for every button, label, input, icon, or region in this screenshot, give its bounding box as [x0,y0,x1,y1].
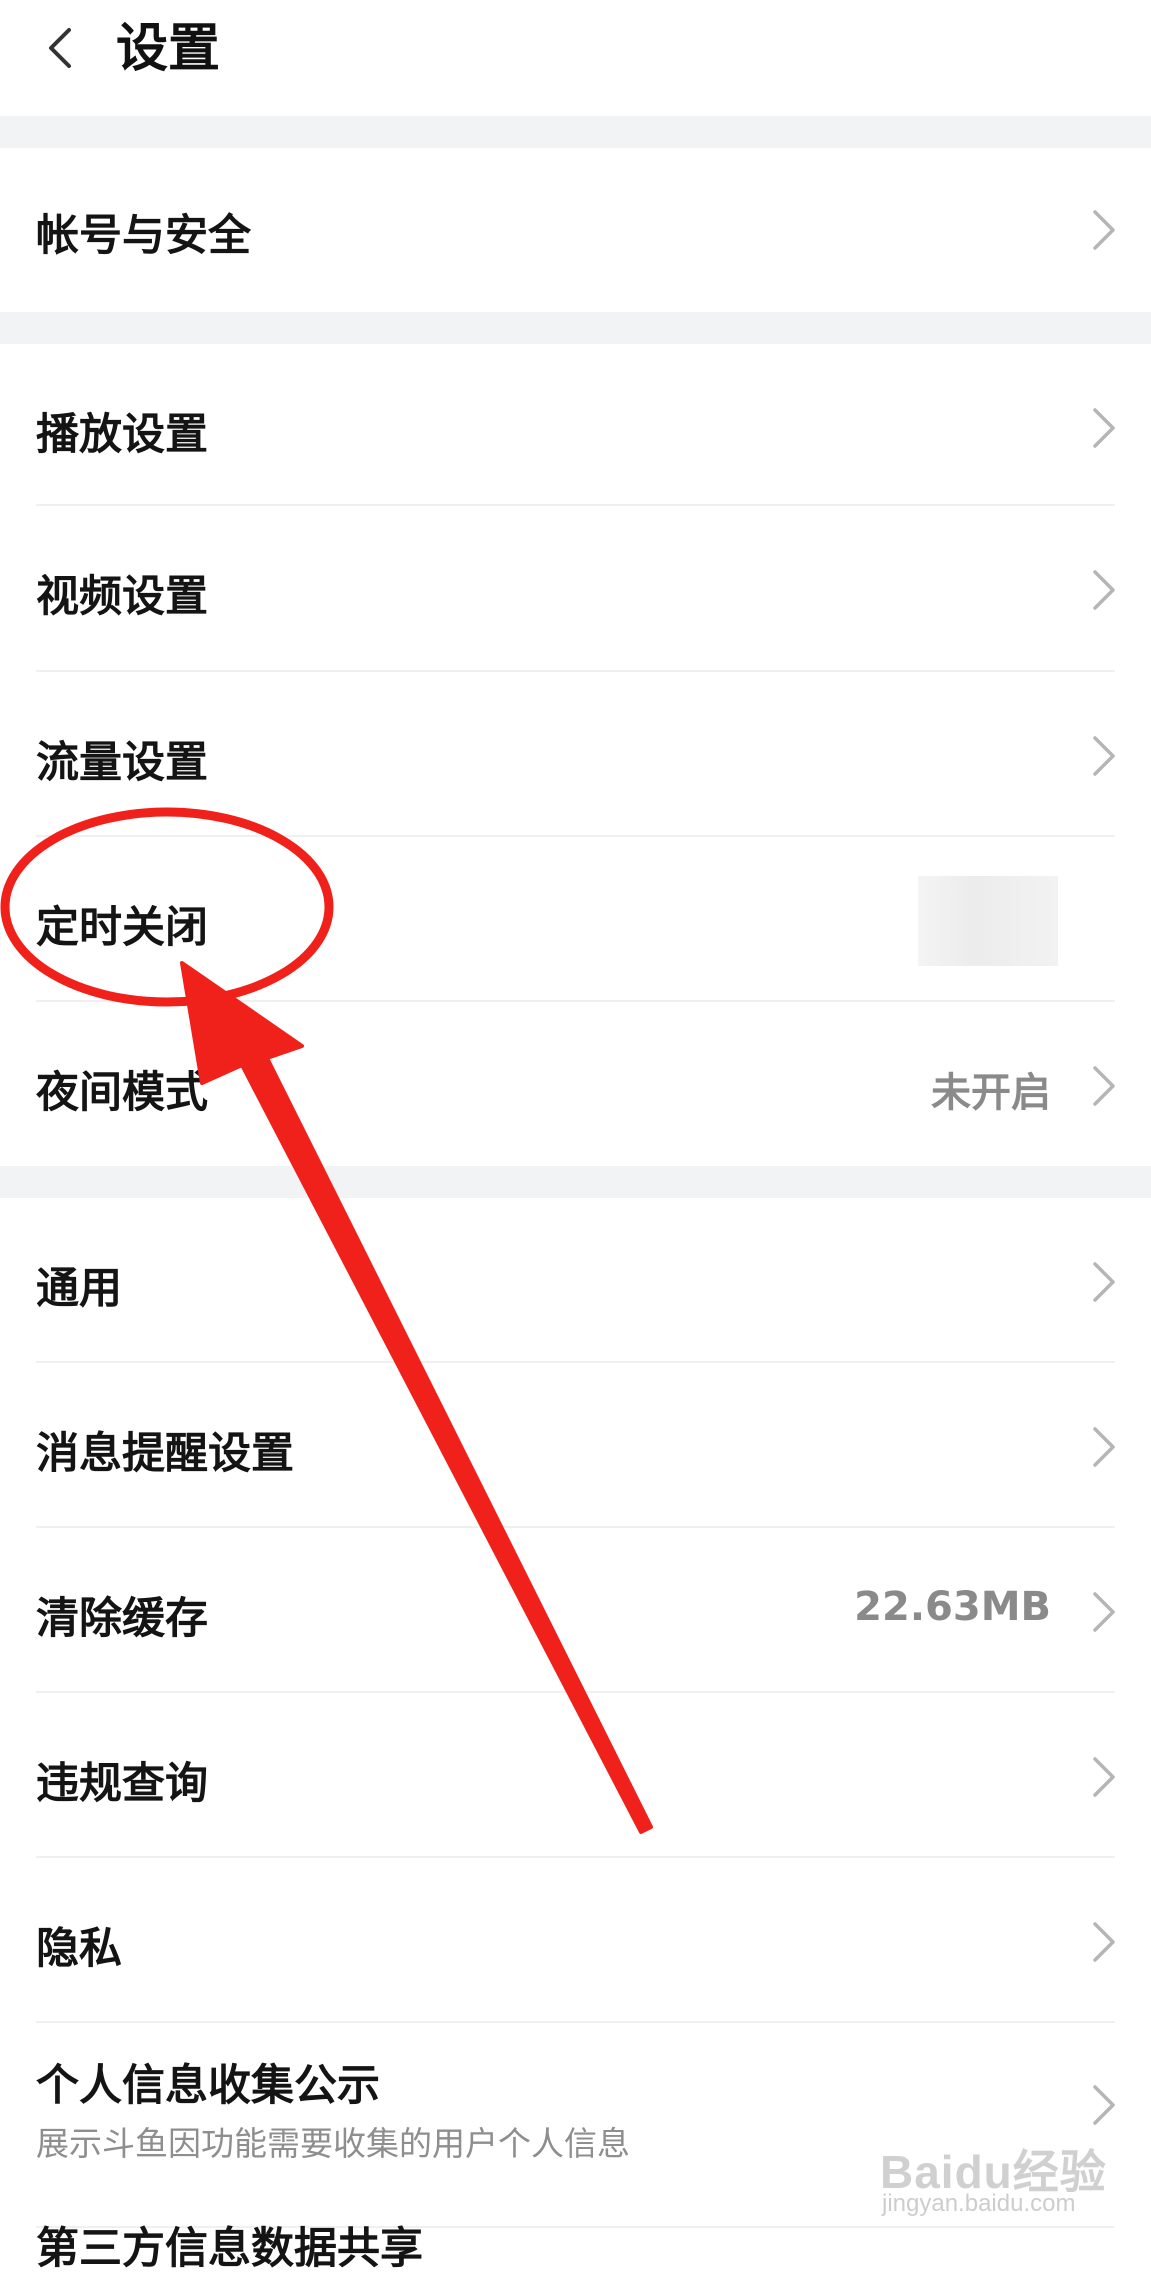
settings-item-value: 未开启 [931,1070,1051,1116]
chevron-right-icon [1093,1922,1115,1962]
settings-item-subtitle: 展示斗鱼因功能需要收集的用户个人信息 [36,2124,630,2163]
settings-item-label: 流量设置 [36,738,208,788]
chevron-right-icon [1093,1757,1115,1797]
settings-group-playback: 播放设置 视频设置 流量设置 定时关闭 夜间模式 未开启 [0,344,1151,1166]
settings-item-violation-query[interactable]: 违规查询 [0,1693,1151,1857]
settings-item-label: 清除缓存 [36,1594,208,1644]
baidu-watermark: Baidu经验 jingyan.baidu.com [880,2136,1130,2226]
settings-item-label: 定时关闭 [36,903,208,953]
settings-item-label: 通用 [36,1264,122,1314]
page-title: 设置 [116,19,221,79]
watermark-url: jingyan.baidu.com [882,2190,1076,2217]
settings-item-general[interactable]: 通用 [0,1198,1151,1362]
settings-item-privacy[interactable]: 隐私 [0,1858,1151,2022]
chevron-right-icon [1093,1427,1115,1467]
settings-item-night-mode[interactable]: 夜间模式 未开启 [0,1002,1151,1166]
settings-item-label: 帐号与安全 [36,211,251,261]
redacted-block [918,876,1058,966]
section-gap [0,1166,1151,1198]
header-bar: 设置 [0,0,1151,116]
settings-item-playback[interactable]: 播放设置 [0,344,1151,508]
section-gap [0,312,1151,344]
chevron-right-icon [1093,2085,1115,2125]
settings-item-label: 播放设置 [36,410,208,460]
chevron-right-icon [1093,210,1115,250]
section-gap [0,116,1151,148]
settings-item-traffic[interactable]: 流量设置 [0,672,1151,836]
settings-item-clear-cache[interactable]: 清除缓存 22.63MB [0,1528,1151,1692]
settings-group-general: 通用 消息提醒设置 清除缓存 22.63MB 违规查询 隐私 个人信息收集公示 … [0,1198,1151,2274]
chevron-right-icon [1093,408,1115,448]
settings-item-label: 隐私 [36,1924,122,1974]
back-button[interactable] [30,18,90,78]
chevron-right-icon [1093,736,1115,776]
cache-size-value: 22.63MB [854,1584,1051,1630]
chevron-right-icon [1093,570,1115,610]
settings-item-label: 消息提醒设置 [36,1429,294,1479]
chevron-left-icon [49,28,71,68]
settings-item-label: 违规查询 [36,1759,208,1809]
settings-item-label: 第三方信息数据共享 [36,2224,423,2274]
settings-item-label: 夜间模式 [36,1068,208,1118]
settings-item-account-security[interactable]: 帐号与安全 [0,148,1151,312]
settings-item-notifications[interactable]: 消息提醒设置 [0,1363,1151,1527]
chevron-right-icon [1093,1262,1115,1302]
settings-item-video[interactable]: 视频设置 [0,506,1151,671]
settings-group-account: 帐号与安全 [0,148,1151,312]
chevron-right-icon [1093,1592,1115,1632]
chevron-right-icon [1093,1066,1115,1106]
settings-item-label: 视频设置 [36,572,208,622]
settings-item-label: 个人信息收集公示 [36,2061,380,2111]
